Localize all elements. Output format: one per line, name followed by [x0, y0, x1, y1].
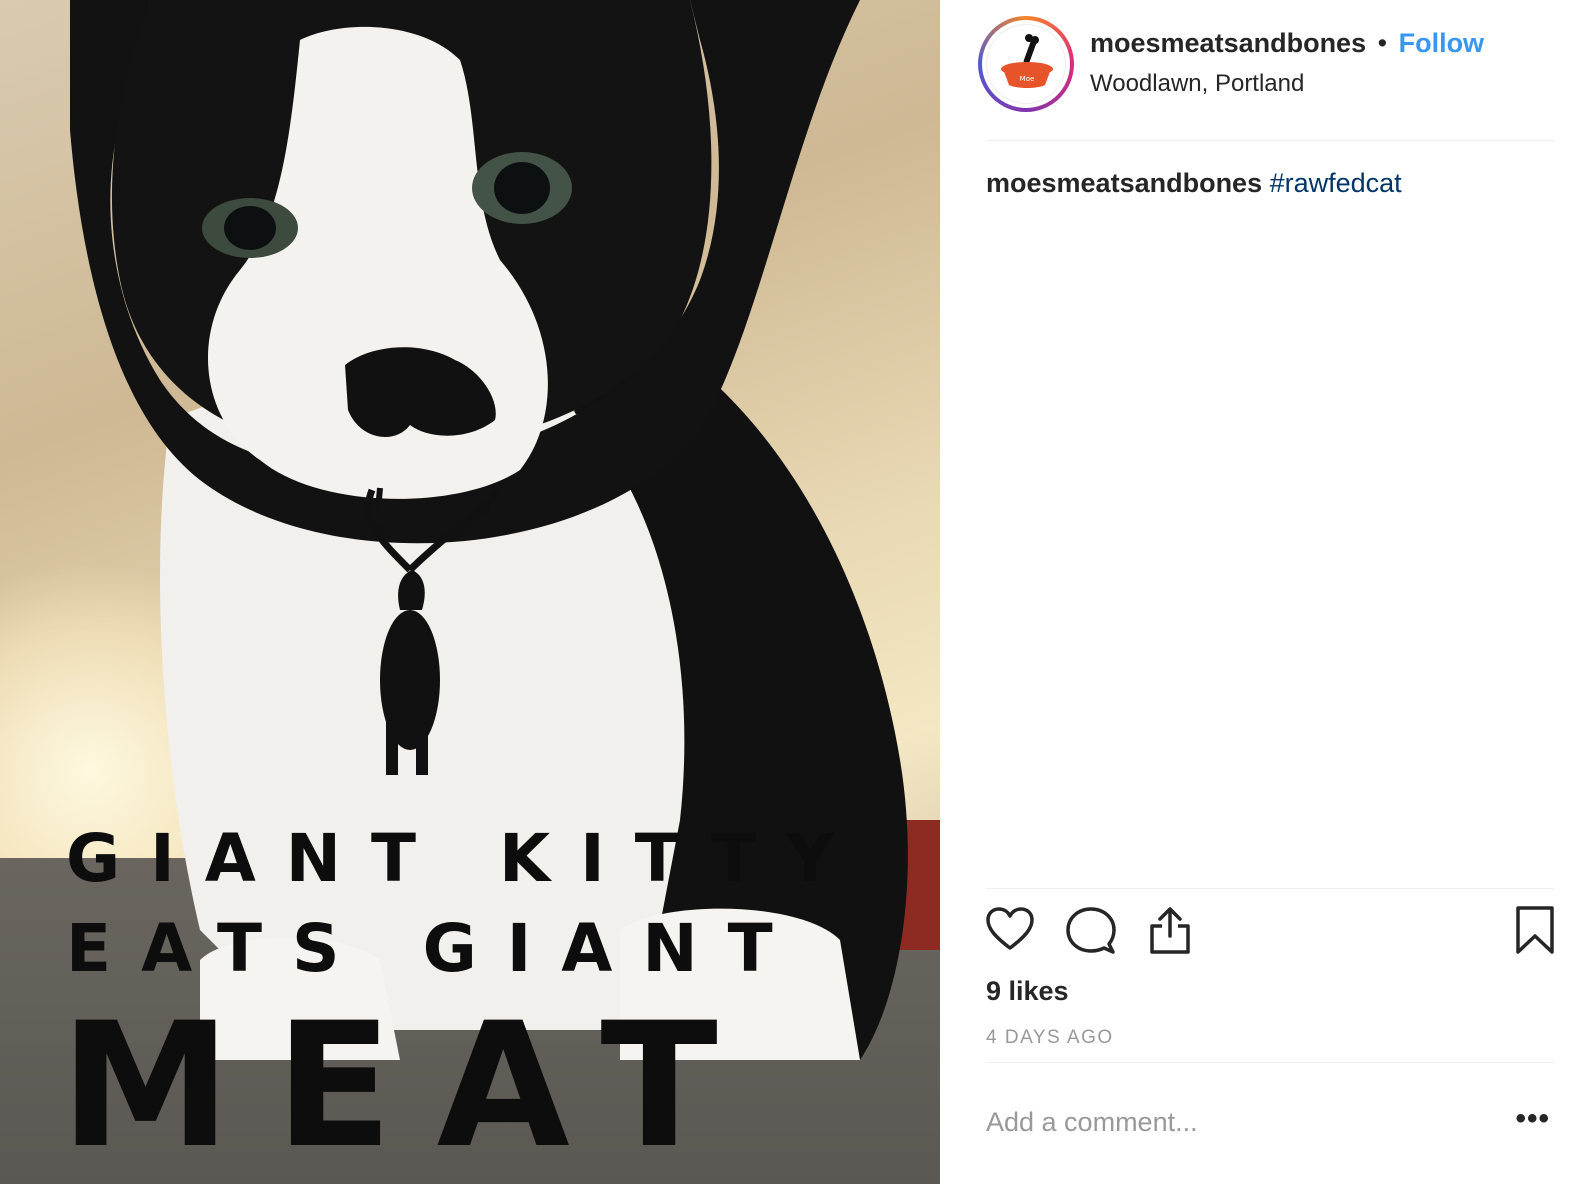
more-options-button[interactable]: •••	[1515, 1104, 1550, 1134]
avatar-logo: Moe	[986, 24, 1066, 104]
actions-divider	[986, 888, 1554, 889]
likes-count[interactable]: 9 likes	[986, 976, 1069, 1007]
comment-icon[interactable]	[1064, 904, 1116, 961]
dog-bowl-icon: Moe	[1001, 34, 1053, 88]
heart-icon[interactable]	[984, 904, 1036, 961]
caption-username[interactable]: moesmeatsandbones	[986, 168, 1262, 198]
avatar[interactable]: Moe	[978, 16, 1074, 112]
comment-form: •••	[986, 1100, 1554, 1144]
post-caption: moesmeatsandbones #rawfedcat	[986, 168, 1402, 199]
post-header: Moe moesmeatsandbones • Follow Woodlawn,…	[978, 14, 1558, 140]
header-separator: •	[1377, 28, 1388, 58]
post-timestamp[interactable]: 4 DAYS AGO	[986, 1027, 1114, 1049]
header-username[interactable]: moesmeatsandbones	[1090, 28, 1366, 58]
bookmark-icon[interactable]	[1512, 904, 1558, 961]
post-photo[interactable]: GIANT KITTY EATS GIANT MEAT	[0, 0, 940, 1184]
svg-text:Moe: Moe	[1020, 75, 1035, 83]
overlay-text-line1: GIANT KITTY	[66, 820, 865, 897]
overlay-text-line2: EATS GIANT	[66, 910, 803, 987]
location-link[interactable]: Woodlawn, Portland	[1090, 70, 1304, 98]
header-user-line: moesmeatsandbones • Follow	[1090, 28, 1484, 59]
comment-input[interactable]	[986, 1100, 1486, 1144]
action-bar	[984, 904, 1558, 964]
post-side-panel: Moe moesmeatsandbones • Follow Woodlawn,…	[940, 0, 1588, 1184]
caption-hashtag[interactable]: #rawfedcat	[1270, 168, 1402, 198]
header-divider	[986, 140, 1554, 141]
follow-button[interactable]: Follow	[1399, 28, 1484, 58]
share-icon[interactable]	[1144, 904, 1196, 961]
comment-divider	[986, 1062, 1554, 1063]
overlay-text-line3: MEAT	[60, 985, 762, 1184]
